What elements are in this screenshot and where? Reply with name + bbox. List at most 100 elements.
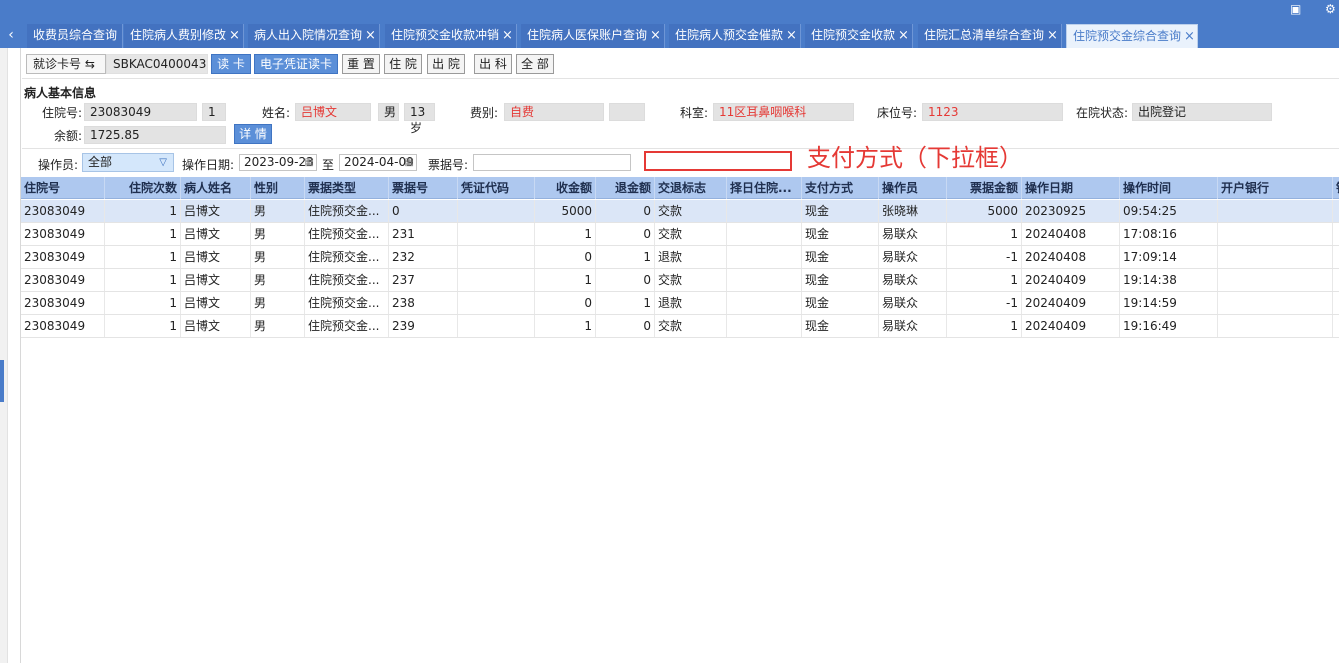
close-icon[interactable]: × [1184,29,1195,44]
table-cell: 19:14:59 [1120,292,1218,314]
tab-4[interactable]: 住院病人医保账户查询 × [521,24,665,48]
col-operation-time[interactable]: 操作时间 [1120,177,1218,199]
close-icon[interactable]: × [365,28,376,43]
tab-label: 住院病人医保账户查询 [527,28,648,42]
close-icon[interactable]: × [502,28,513,43]
operator-select[interactable]: 全部 ▽ [82,153,174,172]
col-admission-no[interactable]: 住院号 [21,177,105,199]
table-cell: 0 [596,223,655,245]
table-row[interactable]: 23083049 1 吕博文男住院预交金... 0 5000 0 交款 现金 张晓琳 5000 20… [21,200,1339,223]
table-cell [727,292,802,314]
col-operator[interactable]: 操作员 [879,177,947,199]
table-cell: 1 [947,315,1022,337]
table-cell: 交款 [655,269,727,291]
window-icon[interactable]: ▣ [1290,2,1301,16]
detail-button[interactable]: 详 情 [234,124,272,144]
col-refund[interactable]: 退金额 [596,177,655,199]
tab-5[interactable]: 住院病人预交金催款 × [669,24,801,48]
invoice-input[interactable] [473,154,631,171]
fee-type-field: 自费 [504,103,604,121]
card-number-input[interactable]: SBKAC0400043 [106,54,208,74]
tab-8-active[interactable]: 住院预交金综合查询 × [1066,24,1198,48]
col-invoice-type[interactable]: 票据类型 [305,177,389,199]
calendar-icon[interactable]: ▦ [405,155,414,170]
col-payment-method[interactable]: 支付方式 [802,177,879,199]
tab-label: 住院预交金收款 [811,28,896,42]
col-admission-count[interactable]: 住院次数 [105,177,181,199]
tab-7[interactable]: 住院汇总清单综合查询 × [918,24,1062,48]
table-row[interactable]: 23083049 1 吕博文男住院预交金... 231 1 0 交款 现金 易联众 1 202404… [21,223,1339,246]
table-cell: 吕博文 [181,223,251,245]
col-gender[interactable]: 性别 [251,177,305,199]
sidebar-marker[interactable] [0,360,4,402]
col-bank-account[interactable]: 银 [1333,177,1339,199]
table-row[interactable]: 23083049 1 吕博文男住院预交金... 239 1 0 交款 现金 易联众 1 202404… [21,315,1339,338]
date-label: 操作日期: [181,158,234,172]
invoice-label: 票据号: [427,158,468,172]
tab-0[interactable]: 收费员综合查询 [27,24,123,48]
date-to-label: 至 [322,158,335,172]
table-cell: 男 [251,246,305,268]
col-invoice-amount[interactable]: 票据金额 [947,177,1022,199]
table-cell: 1 [105,223,181,245]
table-cell [1333,200,1339,222]
col-received[interactable]: 收金额 [535,177,596,199]
table-cell: 交款 [655,223,727,245]
date-from-input[interactable]: 2023-09-23 ▦ [239,154,317,171]
table-header: 住院号 住院次数 病人姓名 性别 票据类型 票据号 凭证代码 收金额 退金额 交… [21,177,1339,199]
table-cell: 20240408 [1022,246,1120,268]
close-icon[interactable]: × [229,28,240,43]
discharged-button[interactable]: 出 院 [427,54,465,74]
table-cell: 1 [105,246,181,268]
card-type-toggle[interactable]: 就诊卡号 ⇆ [26,54,106,74]
table-cell: 1 [105,315,181,337]
tab-1[interactable]: 住院病人费别修改 × [124,24,244,48]
tab-bar: ‹ 收费员综合查询 住院病人费别修改 × 病人出入院情况查询 × 住院预交金收款冲销… [0,22,1339,48]
close-icon[interactable]: × [1047,28,1058,43]
in-hospital-button[interactable]: 住 院 [384,54,422,74]
col-pay-flag[interactable]: 交退标志 [655,177,727,199]
admission-no-field: 23083049 [84,103,197,121]
table-cell [1333,223,1339,245]
tab-3[interactable]: 住院预交金收款冲销 × [385,24,517,48]
table-row[interactable]: 23083049 1 吕博文男住院预交金... 232 0 1 退款 现金 易联众 -1 20240… [21,246,1339,269]
read-card-button[interactable]: 读 卡 [211,54,251,74]
reset-button[interactable]: 重 置 [342,54,380,74]
settings-icon[interactable]: ⚙ [1325,2,1336,16]
out-dept-button[interactable]: 出 科 [474,54,512,74]
tab-6[interactable]: 住院预交金收款 × [805,24,913,48]
col-invoice-no[interactable]: 票据号 [389,177,458,199]
e-voucher-button[interactable]: 电子凭证读卡 [254,54,338,74]
calendar-icon[interactable]: ▦ [305,155,314,170]
payment-method-annotation: 支付方式（下拉框） [807,144,1023,172]
table-cell [1218,315,1333,337]
table-cell: 吕博文 [181,200,251,222]
col-voucher-code[interactable]: 凭证代码 [458,177,535,199]
col-scheduled-admission[interactable]: 择日住院... [727,177,802,199]
date-to-input[interactable]: 2024-04-09 ▦ [339,154,417,171]
table-cell: 吕博文 [181,315,251,337]
table-row[interactable]: 23083049 1 吕博文男住院预交金... 237 1 0 交款 现金 易联众 1 202404… [21,269,1339,292]
col-bank[interactable]: 开户银行 [1218,177,1333,199]
table-cell: 23083049 [21,200,105,222]
date-from-value: 2023-09-23 [244,155,314,169]
close-icon[interactable]: × [650,28,661,43]
top-bar: ▣ ⚙ [0,0,1339,22]
tab-2[interactable]: 病人出入院情况查询 × [248,24,380,48]
col-patient-name[interactable]: 病人姓名 [181,177,251,199]
tab-scroll-left-icon[interactable]: ‹ [4,25,18,45]
table-cell: 1 [535,315,596,337]
close-icon[interactable]: × [898,28,909,43]
table-cell: 退款 [655,292,727,314]
table-cell: 20240409 [1022,292,1120,314]
admission-no-label: 住院号: [41,106,82,120]
table-cell: 0 [535,292,596,314]
close-icon[interactable]: × [786,28,797,43]
table-cell: 吕博文 [181,292,251,314]
status-label: 在院状态: [1075,106,1128,120]
all-button[interactable]: 全 部 [516,54,554,74]
tab-label: 病人出入院情况查询 [254,28,363,42]
table-row[interactable]: 23083049 1 吕博文男住院预交金... 238 0 1 退款 现金 易联众 -1 20240… [21,292,1339,315]
col-operation-date[interactable]: 操作日期 [1022,177,1120,199]
balance-field: 1725.85 [84,126,226,144]
